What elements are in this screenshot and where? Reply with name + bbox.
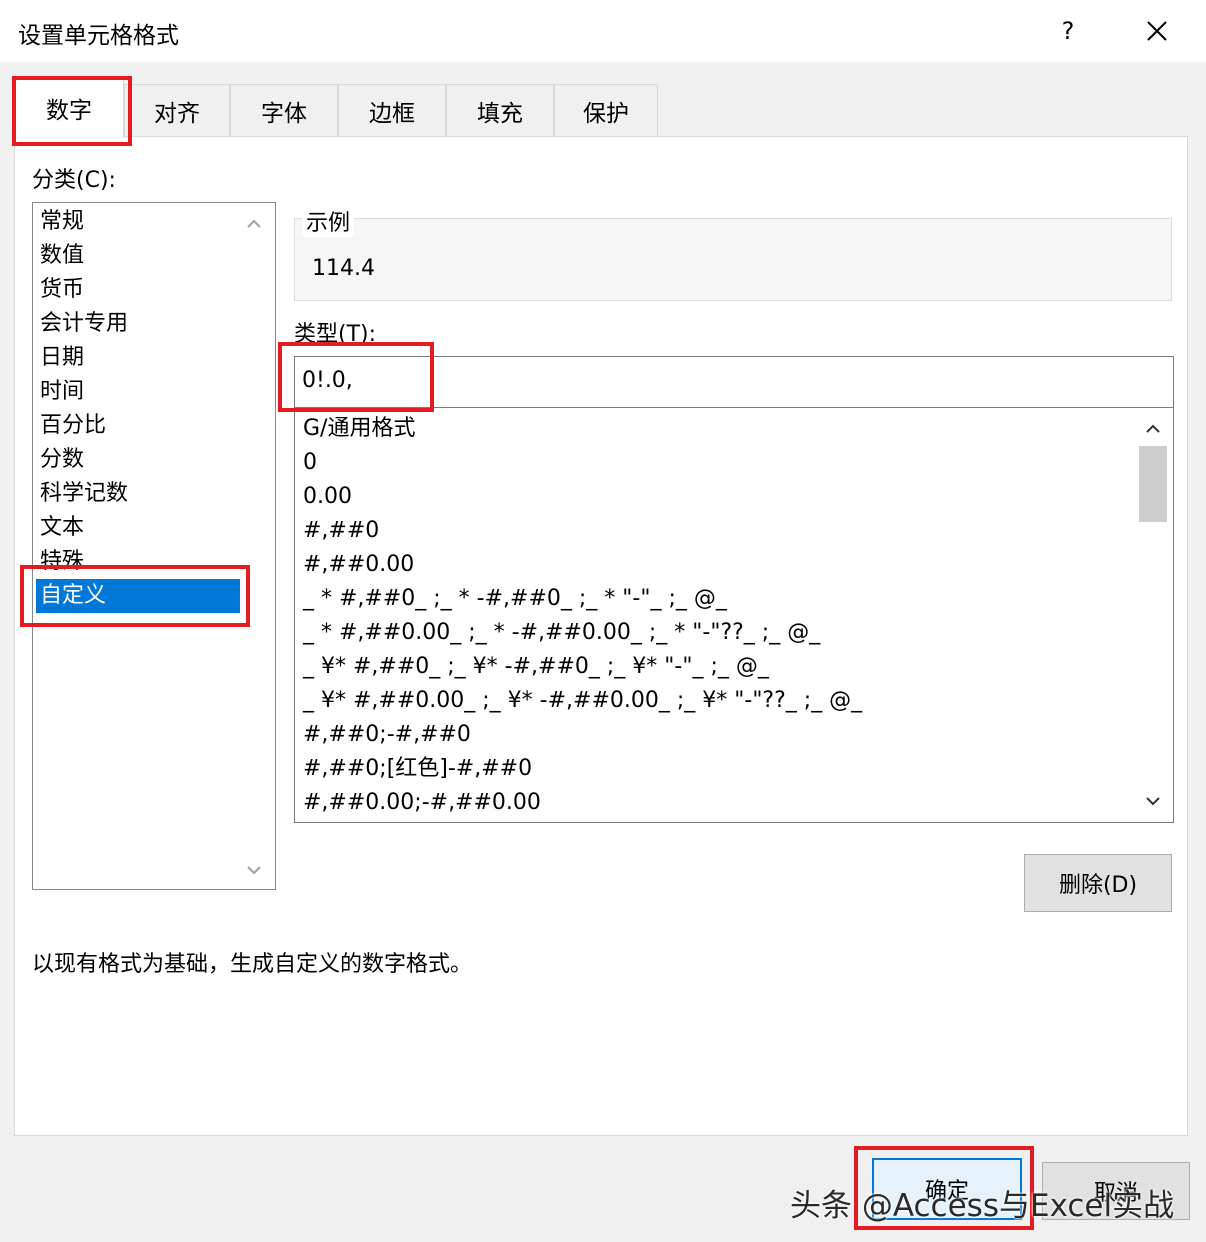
format-item[interactable]: _ * #,##0_ ;_ * -#,##0_ ;_ * "-"_ ;_ @_ (303, 582, 727, 616)
format-item[interactable]: _ ¥* #,##0_ ;_ ¥* -#,##0_ ;_ ¥* "-"_ ;_ … (303, 650, 769, 684)
category-item-custom[interactable]: 自定义 (36, 579, 240, 613)
format-item[interactable]: 0.00 (303, 480, 352, 514)
category-item-general[interactable]: 常规 (40, 205, 84, 239)
category-list[interactable]: 常规 数值 货币 会计专用 日期 时间 百分比 分数 科学记数 文本 特殊 自定… (32, 202, 276, 890)
help-button[interactable]: ? (1048, 12, 1088, 50)
type-input[interactable]: 0!.0, (294, 356, 1174, 408)
sample-value: 114.4 (312, 256, 375, 281)
close-button[interactable] (1134, 10, 1180, 52)
category-item-date[interactable]: 日期 (40, 341, 84, 375)
sample-label: 示例 (302, 205, 355, 237)
tab-font[interactable]: 字体 (230, 84, 338, 136)
watermark: 头条 @Access与Excel实战 (790, 1188, 1175, 1224)
chevron-up-icon (1146, 424, 1160, 433)
tab-border[interactable]: 边框 (338, 84, 446, 136)
dialog-title: 设置单元格格式 (18, 23, 179, 49)
category-item-accounting[interactable]: 会计专用 (40, 307, 128, 341)
chevron-up-icon (247, 219, 261, 228)
title-bar (0, 0, 1206, 62)
category-item-time[interactable]: 时间 (40, 375, 84, 409)
tab-alignment[interactable]: 对齐 (124, 84, 230, 136)
format-item[interactable]: #,##0;[红色]-#,##0 (303, 752, 532, 786)
format-scroll-up[interactable] (1139, 414, 1167, 444)
category-item-scientific[interactable]: 科学记数 (40, 477, 128, 511)
type-label: 类型(T): (294, 322, 377, 347)
tab-protection[interactable]: 保护 (554, 84, 658, 136)
format-item[interactable]: #,##0;-#,##0 (303, 718, 471, 752)
format-item[interactable]: _ * #,##0.00_ ;_ * -#,##0.00_ ;_ * "-"??… (303, 616, 820, 650)
format-item[interactable]: _ ¥* #,##0.00_ ;_ ¥* -#,##0.00_ ;_ ¥* "-… (303, 684, 862, 718)
tab-number[interactable]: 数字 (14, 76, 124, 138)
description-text: 以现有格式为基础，生成自定义的数字格式。 (32, 952, 473, 977)
format-item[interactable]: G/通用格式 (303, 412, 415, 446)
category-scroll-down[interactable] (240, 856, 268, 884)
category-item-text[interactable]: 文本 (40, 511, 84, 545)
chevron-down-icon (247, 866, 261, 875)
format-list[interactable]: G/通用格式 0 0.00 #,##0 #,##0.00 _ * #,##0_ … (294, 407, 1174, 823)
category-item-percentage[interactable]: 百分比 (40, 409, 106, 443)
tab-fill[interactable]: 填充 (446, 84, 554, 136)
close-icon (1147, 21, 1167, 41)
category-label: 分类(C): (32, 168, 116, 193)
chevron-down-icon (1146, 797, 1160, 806)
category-scroll-up[interactable] (240, 210, 268, 238)
format-item[interactable]: #,##0.00;-#,##0.00 (303, 786, 541, 820)
sample-group (294, 218, 1172, 301)
delete-button[interactable]: 删除(D) (1024, 854, 1172, 912)
category-item-number[interactable]: 数值 (40, 239, 84, 273)
format-scroll-thumb[interactable] (1139, 446, 1167, 522)
format-item[interactable]: #,##0.00 (303, 548, 414, 582)
format-scroll-down[interactable] (1139, 786, 1167, 816)
category-item-special[interactable]: 特殊 (40, 545, 84, 579)
category-item-currency[interactable]: 货币 (40, 273, 84, 307)
format-item[interactable]: 0 (303, 446, 317, 480)
category-item-fraction[interactable]: 分数 (40, 443, 84, 477)
format-item[interactable]: #,##0 (303, 514, 379, 548)
